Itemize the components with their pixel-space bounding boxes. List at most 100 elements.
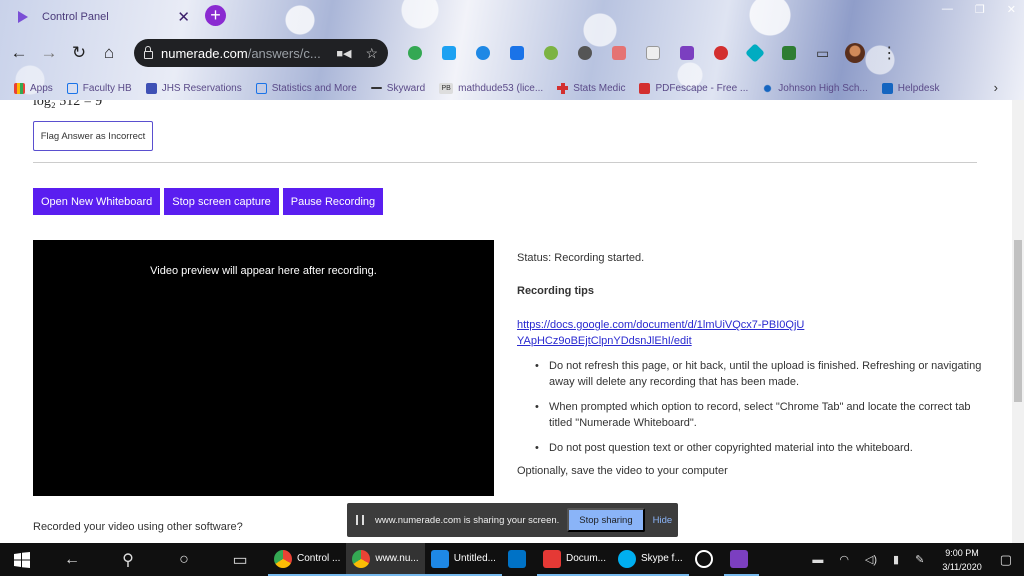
search-icon[interactable]: ⚲ xyxy=(100,543,156,576)
extensions-row xyxy=(408,43,796,63)
taskbar-app-chrome[interactable]: Control ... xyxy=(268,543,347,576)
open-whiteboard-button[interactable]: Open New Whiteboard xyxy=(33,188,161,215)
screen-sharing-bar: www.numerade.com is sharing your screen.… xyxy=(347,503,678,537)
address-bar[interactable]: numerade.com/answers/c... ■◀ ☆ xyxy=(134,39,388,67)
volume-icon[interactable]: ◁) xyxy=(865,553,877,566)
bookmark-item[interactable]: Helpdesk xyxy=(881,82,939,94)
scrollbar-thumb[interactable] xyxy=(1014,240,1022,402)
forward-icon[interactable]: → xyxy=(34,38,64,68)
usb-icon[interactable]: ▮ xyxy=(893,553,899,566)
list-item: Do not refresh this page, or hit back, u… xyxy=(535,358,987,390)
clock-time: 9:00 PM xyxy=(945,547,979,558)
flag-answer-button[interactable]: Flag Answer as Incorrect xyxy=(33,121,153,151)
page-content: log₂ 512 = 9 Flag Answer as Incorrect Op… xyxy=(0,100,1012,543)
extension-icon[interactable] xyxy=(510,46,524,60)
bookmark-item[interactable]: Faculty HB xyxy=(66,82,132,94)
bookmark-icon xyxy=(66,82,78,94)
video-placeholder-text: Video preview will appear here after rec… xyxy=(150,265,377,277)
bookmark-item[interactable]: PDFescape - Free ... xyxy=(639,82,748,94)
bookmark-item[interactable]: Johnson High Sch... xyxy=(762,82,868,94)
browser-toolbar: ← → ↻ ⌂ numerade.com/answers/c... ■◀ ☆ ▭… xyxy=(0,36,1024,70)
window-controls: — ❐ ✕ xyxy=(942,3,1016,16)
other-software-text: Recorded your video using other software… xyxy=(33,521,243,533)
clock[interactable]: 9:00 PM 3/11/2020 xyxy=(942,546,981,574)
taskbar-app-chrome[interactable]: www.nu... xyxy=(346,543,425,576)
system-tray: ▬ ◠ ◁) ▮ ✎ 9:00 PM 3/11/2020 ▢ xyxy=(804,543,1024,576)
battery-icon[interactable]: ▬ xyxy=(812,554,823,566)
recording-actions: Open New Whiteboard Stop screen capture … xyxy=(33,188,384,215)
pen-icon[interactable]: ✎ xyxy=(915,553,924,566)
extension-icon[interactable] xyxy=(646,46,660,60)
extension-icon[interactable] xyxy=(442,46,456,60)
bookmark-icon xyxy=(881,82,893,94)
divider xyxy=(33,162,977,163)
drag-handle-icon[interactable] xyxy=(356,515,364,525)
back-arrow-icon[interactable]: ← xyxy=(44,543,100,576)
camera-icon[interactable]: ■◀ xyxy=(336,47,351,60)
bookmarks-bar: Apps Faculty HB JHS Reservations Statist… xyxy=(0,78,1024,98)
reload-icon[interactable]: ↻ xyxy=(64,38,94,68)
tab-close-icon[interactable]: ✕ xyxy=(177,8,190,26)
home-icon[interactable]: ⌂ xyxy=(94,38,124,68)
back-icon[interactable]: ← xyxy=(4,38,34,68)
taskbar-app-skype[interactable]: Skype f... xyxy=(611,543,689,576)
onenote-icon xyxy=(729,549,748,568)
taskbar-app-acrobat[interactable]: Docum... xyxy=(536,543,612,576)
page-scrollbar[interactable] xyxy=(1012,100,1024,543)
extension-icon[interactable] xyxy=(680,46,694,60)
minimize-icon[interactable]: — xyxy=(942,3,953,16)
wifi-icon[interactable]: ◠ xyxy=(839,553,849,566)
cortana-icon[interactable]: ○ xyxy=(156,543,212,576)
extension-icon[interactable] xyxy=(544,46,558,60)
bookmark-item[interactable]: PB mathdude53 (lice... xyxy=(439,82,543,94)
status-text: Status: Recording started. xyxy=(517,252,645,264)
windows-logo-icon xyxy=(14,551,30,568)
hide-button[interactable]: Hide xyxy=(653,515,673,526)
chrome-icon xyxy=(274,549,292,568)
taskbar-app-editor[interactable]: Untitled... xyxy=(424,543,502,576)
extension-icon[interactable] xyxy=(782,46,796,60)
bookmark-icon: PB xyxy=(439,82,454,94)
taskbar-app-photos[interactable] xyxy=(689,543,724,576)
stop-sharing-button[interactable]: Stop sharing xyxy=(567,508,645,532)
extension-icon[interactable] xyxy=(476,46,490,60)
tips-link[interactable]: https://docs.google.com/document/d/1lmUi… xyxy=(517,317,807,349)
windows-taskbar: ← ⚲ ○ ▭ Control ... www.nu... Untitled..… xyxy=(0,543,1024,576)
new-tab-button[interactable]: + xyxy=(205,5,226,26)
taskbar-app-outlook[interactable] xyxy=(502,543,537,576)
previous-answer-line: log₂ 512 = 9 xyxy=(33,100,103,109)
extension-icon[interactable] xyxy=(578,46,592,60)
task-view-icon[interactable]: ▭ xyxy=(212,543,268,576)
bookmark-apps[interactable]: Apps xyxy=(14,82,53,94)
bookmark-item[interactable]: Stats Medic xyxy=(557,82,625,94)
taskbar-app-onenote[interactable] xyxy=(723,543,759,576)
numerade-favicon-icon xyxy=(18,11,28,23)
list-item: When prompted which option to record, se… xyxy=(535,399,987,431)
restore-icon[interactable]: ❐ xyxy=(975,3,985,16)
clock-date: 3/11/2020 xyxy=(942,561,982,572)
chrome-icon xyxy=(352,549,371,568)
bookmark-star-icon[interactable]: ☆ xyxy=(365,45,378,62)
browser-tab[interactable]: Control Panel ✕ xyxy=(8,4,198,30)
extension-icon[interactable] xyxy=(612,46,626,60)
cast-icon[interactable]: ▭ xyxy=(816,45,829,62)
bookmark-item[interactable]: Statistics and More xyxy=(255,82,357,94)
pause-recording-button[interactable]: Pause Recording xyxy=(282,188,384,215)
start-button[interactable] xyxy=(0,543,44,576)
stop-capture-button[interactable]: Stop screen capture xyxy=(164,188,279,215)
close-window-icon[interactable]: ✕ xyxy=(1007,3,1016,16)
extension-icon[interactable] xyxy=(745,43,765,63)
bookmark-item[interactable]: Skyward xyxy=(370,83,425,94)
video-preview: Video preview will appear here after rec… xyxy=(33,240,494,496)
extension-icon[interactable] xyxy=(714,46,728,60)
editor-icon xyxy=(430,549,449,568)
lock-icon xyxy=(144,45,153,59)
bookmark-item[interactable]: JHS Reservations xyxy=(145,82,242,94)
extension-icon[interactable] xyxy=(408,46,422,60)
profile-avatar[interactable] xyxy=(845,43,866,63)
menu-kebab-icon[interactable]: ⋮ xyxy=(881,43,897,63)
chevron-right-icon[interactable]: › xyxy=(994,80,998,95)
tab-title: Control Panel xyxy=(42,11,109,23)
url-text: numerade.com/answers/c... xyxy=(161,45,321,61)
notifications-icon[interactable]: ▢ xyxy=(1000,552,1012,568)
